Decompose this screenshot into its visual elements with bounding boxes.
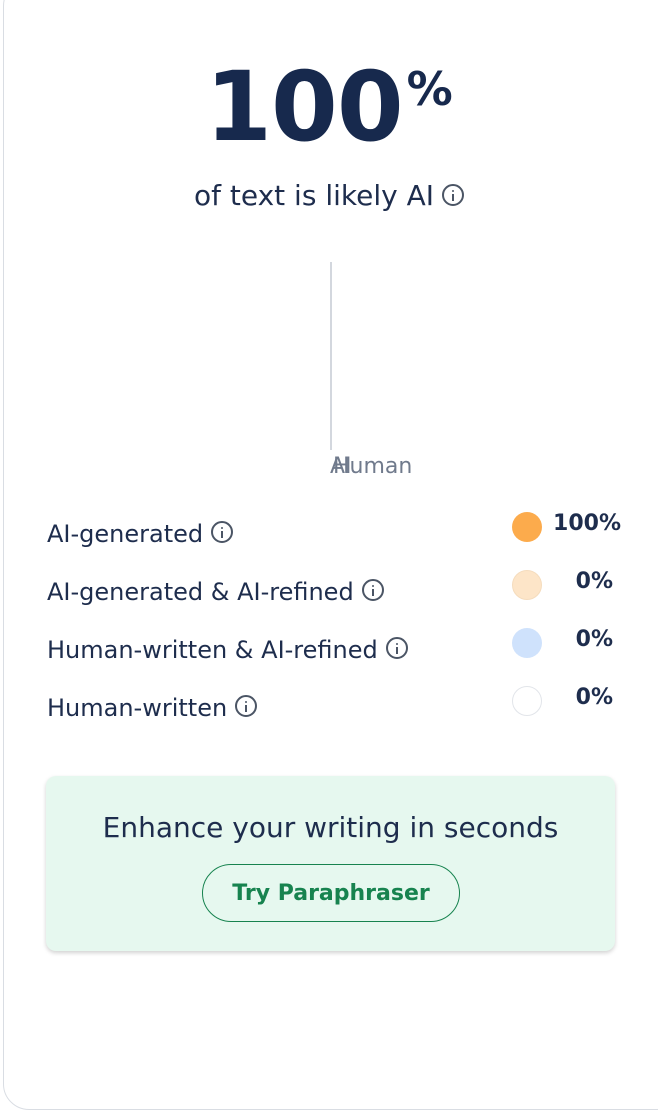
- ai-score-subtitle: of text is likely AI: [0, 178, 658, 214]
- chart-label-human: Human: [333, 454, 413, 479]
- legend-row-human-written: Human-written 0%: [47, 679, 627, 737]
- ai-score-value: 100: [205, 51, 403, 163]
- legend-row-ai-generated-ai-refined: AI-generated & AI-refined 0%: [47, 563, 627, 621]
- info-icon[interactable]: [211, 521, 234, 543]
- info-icon[interactable]: [441, 184, 464, 206]
- chart-axis-line: [330, 262, 332, 450]
- info-icon[interactable]: [235, 695, 258, 717]
- legend-label: AI-generated & AI-refined: [47, 578, 354, 606]
- legend-value: 0%: [575, 685, 613, 710]
- legend-value: 0%: [575, 569, 613, 594]
- ai-human-chart: AI Human: [0, 262, 658, 492]
- info-icon[interactable]: [385, 637, 408, 659]
- ai-score-headline: 100%: [0, 52, 658, 162]
- try-paraphraser-button[interactable]: Try Paraphraser: [202, 864, 460, 922]
- legend-row-human-written-ai-refined: Human-written & AI-refined 0%: [47, 621, 627, 679]
- legend-value: 100%: [553, 511, 621, 536]
- legend-label: Human-written: [47, 694, 228, 722]
- legend-value: 0%: [575, 627, 613, 652]
- ai-score-subtitle-text: of text is likely AI: [194, 179, 434, 212]
- promo-title: Enhance your writing in seconds: [102, 811, 559, 844]
- info-icon[interactable]: [361, 579, 384, 601]
- breakdown-legend: AI-generated 100% AI-generated & AI-refi…: [47, 505, 627, 737]
- paraphraser-promo: Enhance your writing in seconds Try Para…: [46, 776, 615, 951]
- legend-label: Human-written & AI-refined: [47, 636, 378, 664]
- ai-score-percent-sign: %: [406, 62, 453, 116]
- legend-row-ai-generated: AI-generated 100%: [47, 505, 627, 563]
- legend-label: AI-generated: [47, 520, 204, 548]
